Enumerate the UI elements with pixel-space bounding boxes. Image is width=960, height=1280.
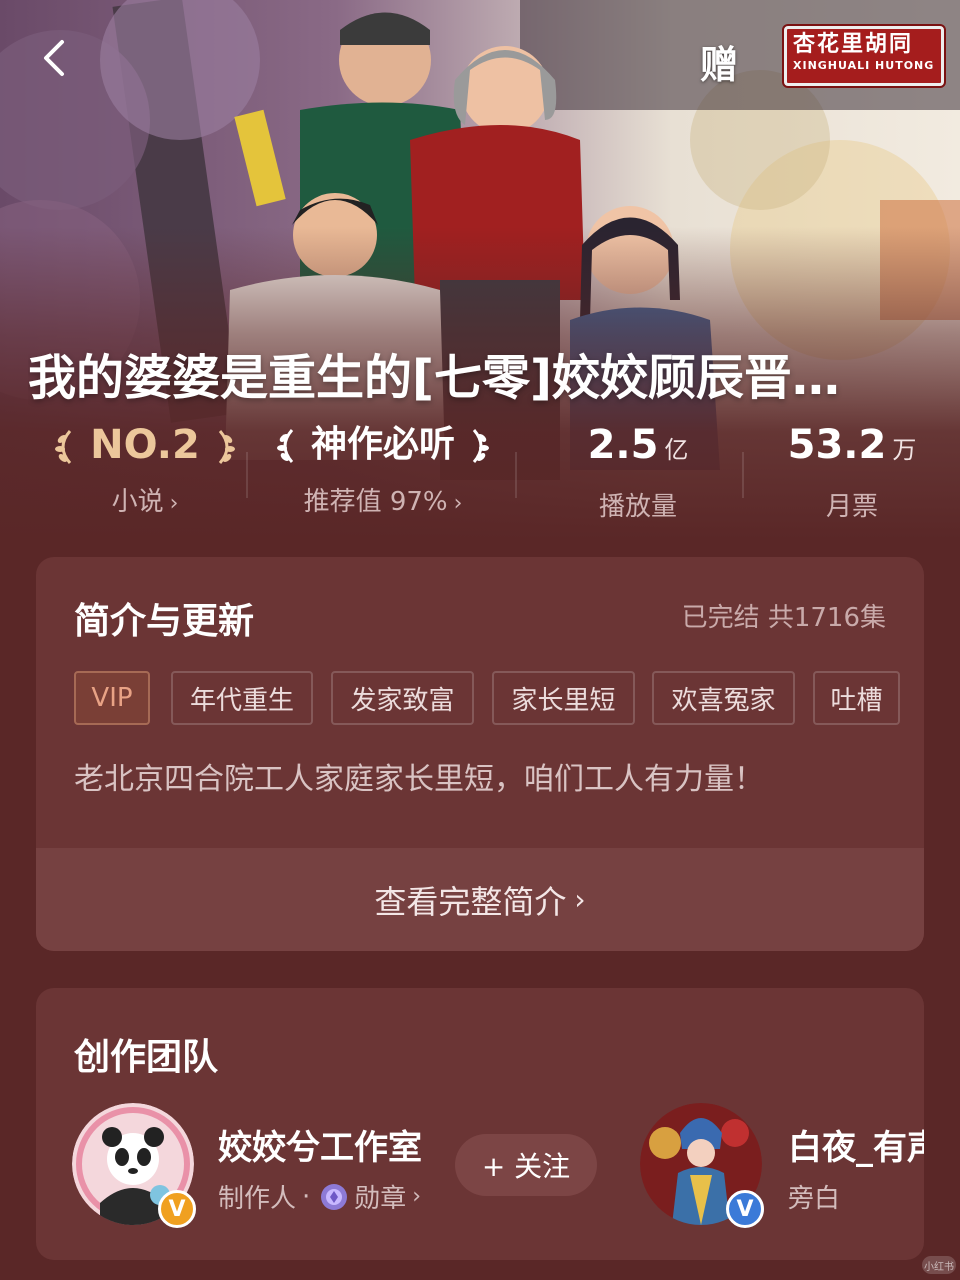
view-full-intro-button[interactable]: 查看完整简介 › bbox=[36, 848, 924, 951]
episode-status: 已完结 共1716集 bbox=[681, 603, 886, 633]
member-name[interactable]: 姣姣兮工作室 bbox=[218, 1120, 422, 1169]
tag-item[interactable]: 年代重生 bbox=[171, 671, 313, 725]
plays-value: 2.5 bbox=[587, 422, 659, 468]
chevron-right-icon: › bbox=[169, 491, 179, 516]
member-role-row[interactable]: 制作人 · 勋章 › bbox=[218, 1178, 421, 1215]
app-screen: 赠 杏花里胡同 XINGHUALI HUTONG 我的婆婆是重生的[七零]姣姣顾… bbox=[0, 0, 960, 1280]
medal-icon bbox=[321, 1183, 348, 1210]
stat-divider bbox=[515, 452, 517, 498]
member-role: 旁白 bbox=[788, 1184, 841, 1214]
role-separator: · bbox=[302, 1181, 311, 1212]
tickets-value: 53.2 bbox=[787, 422, 887, 468]
hutong-sign-text: 杏花里胡同 bbox=[793, 32, 914, 57]
stat-divider bbox=[742, 452, 744, 498]
tag-item[interactable]: 欢喜冤家 bbox=[652, 671, 795, 725]
laurel-left-icon bbox=[55, 430, 72, 464]
rank-label: 小说 bbox=[111, 487, 164, 517]
tickets-label: 月票 bbox=[825, 492, 878, 522]
chevron-right-icon: › bbox=[412, 1184, 422, 1209]
laurel-left-icon bbox=[277, 429, 294, 463]
tag-item[interactable]: 家长里短 bbox=[492, 671, 635, 725]
chevron-left-icon bbox=[44, 40, 64, 76]
intro-description: 老北京四合院工人家庭家长里短，咱们工人有力量！ bbox=[74, 762, 764, 797]
stat-rank[interactable]: NO.2 小说 › bbox=[50, 416, 240, 532]
tag-item[interactable]: 吐槽 bbox=[813, 671, 900, 725]
intro-title: 简介与更新 bbox=[74, 601, 255, 642]
chevron-right-icon: › bbox=[574, 883, 586, 916]
tag-item[interactable]: 发家致富 bbox=[331, 671, 474, 725]
stat-recommend[interactable]: 神作必听 推荐值 97% › bbox=[268, 416, 498, 532]
laurel-right-icon bbox=[472, 429, 489, 463]
medal-label: 勋章 bbox=[354, 1184, 407, 1214]
recommend-tag: 神作必听 bbox=[310, 424, 455, 465]
plays-unit: 亿 bbox=[664, 436, 689, 464]
stat-divider bbox=[246, 452, 248, 498]
team-title: 创作团队 bbox=[74, 1037, 219, 1078]
plays-label: 播放量 bbox=[598, 492, 677, 522]
watermark: 小红书 bbox=[922, 1256, 956, 1274]
gift-button[interactable]: 赠 bbox=[700, 34, 738, 89]
verified-badge-icon: V bbox=[158, 1190, 196, 1228]
book-title: 我的婆婆是重生的[七零]姣姣顾辰晋… bbox=[28, 350, 840, 406]
stat-tickets[interactable]: 53.2 万 月票 bbox=[756, 416, 948, 535]
rank-value: NO.2 bbox=[90, 422, 200, 468]
member-role: 制作人 bbox=[218, 1184, 297, 1214]
follow-button[interactable]: + 关注 bbox=[455, 1134, 597, 1196]
member-name[interactable]: 白夜_有声 bbox=[788, 1120, 924, 1169]
laurel-right-icon bbox=[218, 430, 235, 464]
verified-badge-icon: V bbox=[726, 1190, 764, 1228]
stats-row: NO.2 小说 › 神作必听 推荐值 97% › 2.5 亿 播放量 53.2 … bbox=[0, 416, 960, 526]
chevron-right-icon: › bbox=[453, 491, 463, 516]
view-full-intro-label: 查看完整简介 bbox=[374, 882, 567, 921]
stat-plays: 2.5 亿 播放量 bbox=[540, 416, 736, 535]
back-button[interactable] bbox=[30, 30, 78, 86]
tag-vip[interactable]: VIP bbox=[74, 671, 150, 725]
hutong-sign-pinyin: XINGHUALI HUTONG bbox=[793, 59, 935, 72]
hutong-sign: 杏花里胡同 XINGHUALI HUTONG bbox=[784, 26, 944, 86]
recommend-label: 推荐值 97% bbox=[303, 487, 448, 517]
tickets-unit: 万 bbox=[892, 436, 917, 464]
